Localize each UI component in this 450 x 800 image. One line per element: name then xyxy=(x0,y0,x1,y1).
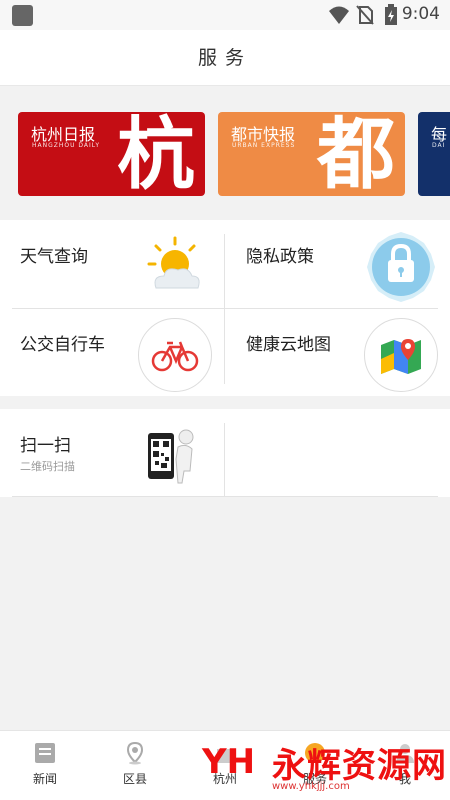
service-label: 扫一扫 xyxy=(20,436,71,456)
banner-subtitle: URBAN EXPRESS xyxy=(232,142,296,149)
app-header: 服务 xyxy=(0,30,450,86)
nav-label: 新闻 xyxy=(32,772,57,786)
divider xyxy=(224,234,225,384)
scan-section: 扫一扫 二维码扫描 xyxy=(0,409,450,497)
app-notification-icon xyxy=(12,5,33,26)
bicycle-icon xyxy=(138,318,212,392)
service-privacy[interactable]: 隐私政策 xyxy=(238,220,450,308)
page-title: 服务 xyxy=(197,47,252,69)
banner-calligraphy: 都 xyxy=(316,112,395,196)
service-label: 公交自行车 xyxy=(20,335,105,355)
banner-partial-card[interactable]: 每 DAI xyxy=(418,112,450,196)
banner-subtitle: HANGZHOU DAILY xyxy=(32,142,100,149)
location-icon xyxy=(126,741,144,765)
service-health-map[interactable]: 健康云地图 xyxy=(238,308,450,396)
battery-icon xyxy=(385,4,397,25)
nav-label: 区县 xyxy=(122,772,147,786)
divider xyxy=(224,423,225,497)
service-label: 健康云地图 xyxy=(246,335,331,355)
services-grid: 天气查询 隐私政策 公交自行车 健康云地图 xyxy=(0,220,450,396)
lock-icon xyxy=(367,232,435,302)
watermark-url: www.yhkjjj.com xyxy=(272,781,350,792)
status-time: 9:04 xyxy=(401,4,440,24)
newspaper-carousel[interactable]: 杭州日报 HANGZHOU DAILY 杭 都市快报 URBAN EXPRESS… xyxy=(0,97,450,209)
banner-urban-express[interactable]: 都市快报 URBAN EXPRESS 都 xyxy=(218,112,405,196)
banner-subtitle: DAI xyxy=(432,142,446,149)
banner-calligraphy: 杭 xyxy=(116,112,195,196)
service-sublabel: 二维码扫描 xyxy=(20,460,75,473)
qr-phone-icon xyxy=(148,429,194,484)
weather-icon xyxy=(147,236,200,289)
nav-news[interactable]: 新闻 xyxy=(0,731,90,800)
nav-district[interactable]: 区县 xyxy=(90,731,180,800)
watermark-text: 永辉资源网 xyxy=(272,746,447,786)
no-sim-icon xyxy=(356,5,374,25)
service-label: 隐私政策 xyxy=(246,247,314,267)
banner-hangzhou-daily[interactable]: 杭州日报 HANGZHOU DAILY 杭 xyxy=(18,112,205,196)
wifi-icon xyxy=(329,6,349,24)
service-label: 天气查询 xyxy=(20,247,88,267)
watermark-logo: YH xyxy=(202,742,256,782)
service-bike[interactable]: 公交自行车 xyxy=(12,308,224,396)
map-icon xyxy=(364,318,438,392)
service-weather[interactable]: 天气查询 xyxy=(12,220,224,308)
status-bar: 9:04 xyxy=(0,0,450,30)
service-scan[interactable]: 扫一扫 二维码扫描 xyxy=(12,409,224,497)
news-icon xyxy=(35,743,55,763)
